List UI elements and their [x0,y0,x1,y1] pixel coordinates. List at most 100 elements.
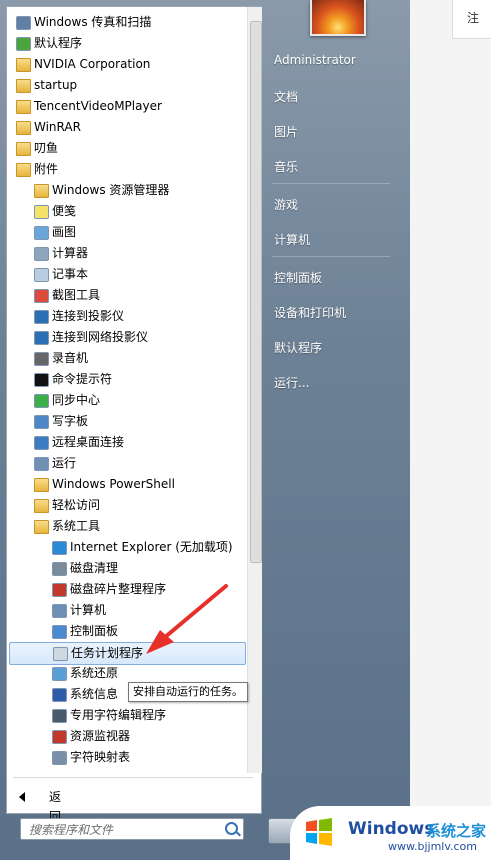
program-icon [16,16,31,30]
program-label: 截图工具 [52,288,101,302]
program-item[interactable]: 磁盘碎片整理程序 [7,579,242,600]
program-item[interactable]: 专用字符编辑程序 [7,705,242,726]
program-item[interactable]: 字符映射表 [7,747,242,768]
desktop-background [410,0,491,860]
program-label: 任务计划程序 [71,646,144,660]
program-icon [52,709,67,723]
program-label: 控制面板 [70,624,119,638]
watermark-brand-cn: 系统之家 [426,822,487,840]
program-item[interactable]: 截图工具 [7,285,242,306]
start-menu: Windows 传真和扫描默认程序 NVIDIA Corporation start… [0,0,410,860]
search-input[interactable]: 搜索程序和文件 [20,818,244,840]
program-label: 系统信息 [70,687,119,701]
program-label: TencentVideoMPlayer [34,99,162,113]
program-item[interactable]: 运行 [7,453,242,474]
program-label: 记事本 [52,267,89,281]
user-avatar[interactable] [310,0,366,36]
right-item-control-panel[interactable]: 控制面板 [274,269,322,286]
right-item-computer[interactable]: 计算机 [274,231,310,248]
scrollbar-thumb[interactable] [250,21,262,563]
program-item[interactable]: 画图 [7,222,242,243]
program-label: 叨鱼 [34,141,59,155]
program-item[interactable]: 控制面板 [7,621,242,642]
right-separator [272,256,390,257]
program-item[interactable]: 连接到投影仪 [7,306,242,327]
program-item[interactable]: 记事本 [7,264,242,285]
program-item[interactable]: Internet Explorer (无加载项) [7,537,242,558]
program-item[interactable]: 叨鱼 [7,138,242,159]
program-item[interactable]: Windows PowerShell [7,474,242,495]
program-icon [52,730,67,744]
program-icon [34,352,49,366]
right-item-documents[interactable]: 文档 [274,88,298,105]
program-icon [34,436,49,450]
program-item[interactable]: 连接到网络投影仪 [7,327,242,348]
program-icon [52,751,67,765]
program-label: 画图 [52,225,77,239]
program-icon [34,331,49,345]
right-item-music[interactable]: 音乐 [274,158,298,175]
right-item-run[interactable]: 运行... [274,374,309,391]
program-icon [34,289,49,303]
program-icon [34,205,49,219]
folder-icon [16,121,31,135]
program-item[interactable]: 资源监视器 [7,726,242,747]
program-icon [52,625,67,639]
list-separator [13,777,253,778]
program-item[interactable]: 计算器 [7,243,242,264]
program-item[interactable]: 磁盘清理 [7,558,242,579]
program-icon [16,37,31,51]
program-label: Windows 传真和扫描 [34,15,152,29]
site-watermark: Windows 系统之家 www.bjjmlv.com [290,806,491,860]
program-item[interactable]: 录音机 [7,348,242,369]
program-item[interactable]: 命令提示符 [7,369,242,390]
program-item[interactable]: 便笺 [7,201,242,222]
right-item-games[interactable]: 游戏 [274,196,298,213]
program-item[interactable]: Windows 传真和扫描 [7,12,242,33]
program-label: startup [34,78,78,92]
program-item[interactable]: startup [7,75,242,96]
program-icon [52,583,67,597]
program-label: NVIDIA Corporation [34,57,151,71]
program-item[interactable]: 系统还原 [7,663,242,684]
program-label: 系统还原 [70,666,119,680]
program-item[interactable]: 写字板 [7,411,242,432]
program-icon [52,541,67,555]
program-label: 磁盘碎片整理程序 [70,582,167,596]
program-label: 计算机 [70,603,107,617]
program-icon [53,647,68,661]
program-item[interactable]: 任务计划程序 [9,642,246,665]
right-item-pictures[interactable]: 图片 [274,123,298,140]
program-item[interactable]: 同步中心 [7,390,242,411]
folder-icon [16,58,31,72]
right-item-administrator[interactable]: Administrator [274,53,356,67]
program-item[interactable]: WinRAR [7,117,242,138]
program-label: 录音机 [52,351,89,365]
program-icon [52,604,67,618]
program-item[interactable]: NVIDIA Corporation [7,54,242,75]
programs-scrollbar[interactable] [247,7,262,773]
search-placeholder: 搜索程序和文件 [29,823,114,837]
program-item[interactable]: TencentVideoMPlayer [7,96,242,117]
program-label: 系统工具 [52,519,101,533]
program-item[interactable]: 附件 [7,159,242,180]
program-label: 远程桌面连接 [52,435,125,449]
right-item-devices-printers[interactable]: 设备和打印机 [274,304,346,321]
folder-icon [34,478,49,492]
program-item[interactable]: 计算机 [7,600,242,621]
search-icon[interactable] [225,822,238,835]
program-label: 专用字符编辑程序 [70,708,167,722]
program-item[interactable]: 系统工具 [7,516,242,537]
program-icon [34,457,49,471]
right-separator [272,183,390,184]
program-icon [34,247,49,261]
right-item-default-programs[interactable]: 默认程序 [274,339,322,356]
program-item[interactable]: 轻松访问 [7,495,242,516]
program-item[interactable]: Windows 资源管理器 [7,180,242,201]
program-item[interactable]: 默认程序 [7,33,242,54]
program-item[interactable]: 远程桌面连接 [7,432,242,453]
program-label: 同步中心 [52,393,101,407]
program-label: 计算器 [52,246,89,260]
program-icon [34,394,49,408]
program-label: WinRAR [34,120,81,134]
